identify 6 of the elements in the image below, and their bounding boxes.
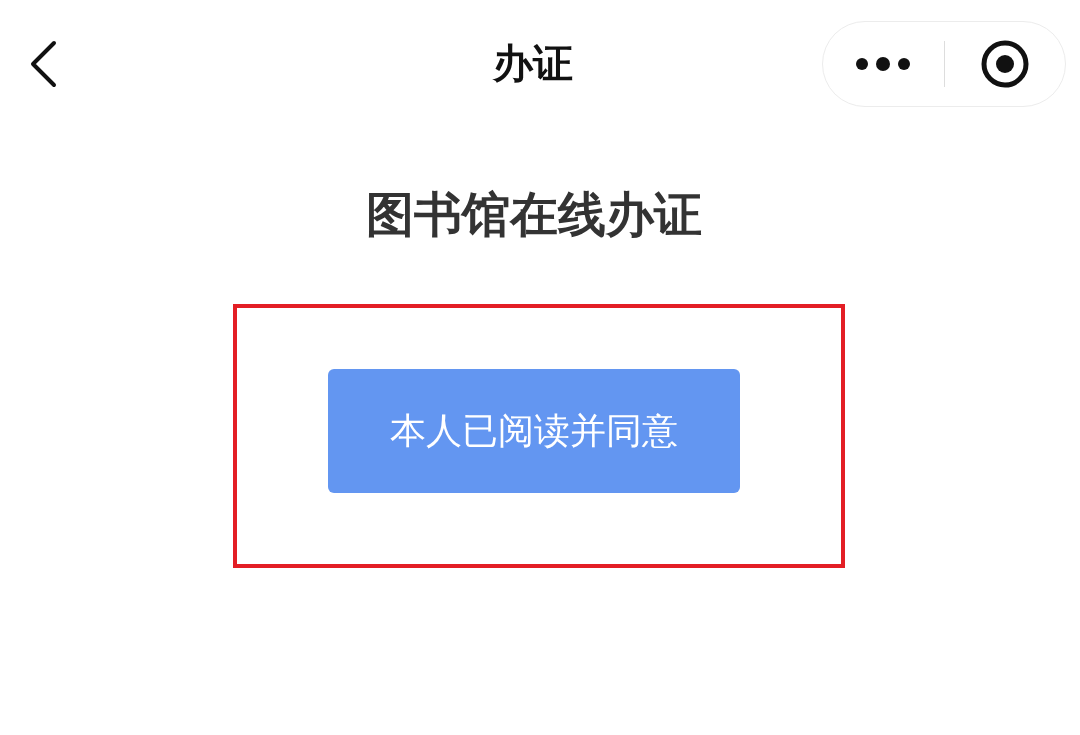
- page-title: 办证: [493, 39, 573, 88]
- page-heading: 图书馆在线办证: [366, 185, 702, 244]
- agree-button[interactable]: 本人已阅读并同意: [328, 369, 740, 493]
- back-icon[interactable]: [28, 39, 58, 88]
- more-icon[interactable]: [855, 56, 912, 71]
- close-icon[interactable]: [979, 38, 1030, 89]
